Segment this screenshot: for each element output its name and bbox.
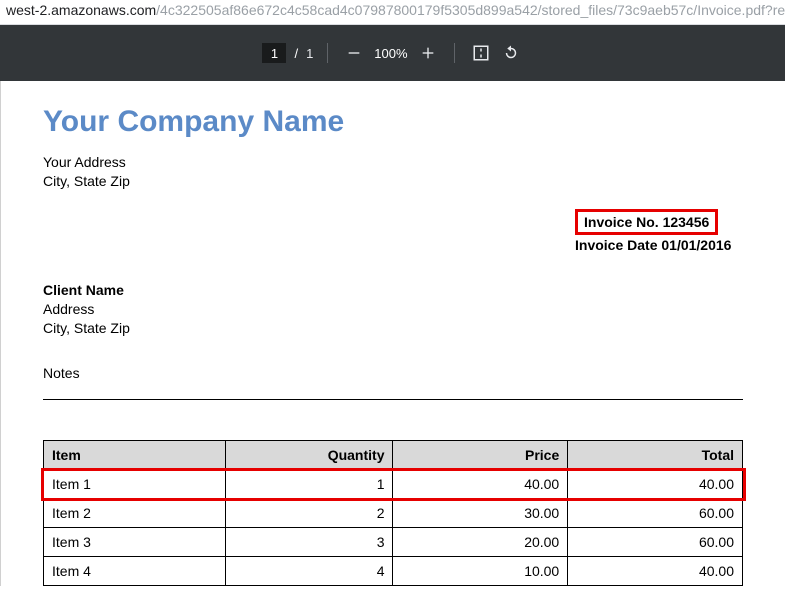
col-item: Item	[44, 441, 226, 470]
document-page: Your Company Name Your Address City, Sta…	[0, 81, 785, 586]
divider	[43, 399, 743, 400]
invoice-number-label: Invoice No.	[584, 214, 663, 230]
pdf-toolbar: 1 / 1 100%	[0, 25, 785, 81]
company-name: Your Company Name	[43, 105, 743, 139]
cell-qty: 1	[225, 470, 393, 499]
fit-page-icon	[472, 44, 490, 62]
cell-item: Item 1	[44, 470, 226, 499]
fit-page-button[interactable]	[469, 41, 493, 65]
cell-price: 40.00	[393, 470, 568, 499]
page-indicator: 1 / 1	[262, 43, 313, 63]
company-address: Your Address City, State Zip	[43, 153, 743, 191]
table-header-row: Item Quantity Price Total	[44, 441, 743, 470]
cell-item: Item 4	[44, 557, 226, 586]
cell-qty: 4	[225, 557, 393, 586]
zoom-level[interactable]: 100%	[366, 46, 415, 61]
cell-qty: 2	[225, 499, 393, 528]
cell-total: 40.00	[568, 470, 743, 499]
table-row: Item 4410.0040.00	[44, 557, 743, 586]
invoice-table: Item Quantity Price Total Item 1140.0040…	[43, 440, 743, 586]
url-host: west-2.amazonaws.com	[6, 2, 156, 18]
cell-total: 60.00	[568, 528, 743, 557]
rotate-button[interactable]	[499, 41, 523, 65]
company-address-line1: Your Address	[43, 153, 743, 172]
table-row: Item 1140.0040.00	[44, 470, 743, 499]
plus-icon	[420, 45, 436, 61]
page-sep: /	[294, 46, 298, 61]
table-wrap: Item Quantity Price Total Item 1140.0040…	[43, 440, 743, 586]
cell-qty: 3	[225, 528, 393, 557]
table-row: Item 3320.0060.00	[44, 528, 743, 557]
toolbar-separator	[327, 43, 328, 63]
invoice-date: 01/01/2016	[661, 237, 731, 253]
table-row: Item 2230.0060.00	[44, 499, 743, 528]
invoice-date-line: Invoice Date 01/01/2016	[575, 237, 743, 253]
zoom-out-button[interactable]	[342, 41, 366, 65]
invoice-meta: Invoice No. 123456 Invoice Date 01/01/20…	[575, 209, 743, 253]
cell-total: 60.00	[568, 499, 743, 528]
cell-price: 20.00	[393, 528, 568, 557]
invoice-date-label: Invoice Date	[575, 237, 661, 253]
client-name: Client Name	[43, 281, 743, 300]
client-address-line2: City, State Zip	[43, 319, 743, 338]
url-bar[interactable]: west-2.amazonaws.com/4c322505af86e672c4c…	[0, 0, 785, 25]
page-current-input[interactable]: 1	[262, 43, 286, 63]
col-price: Price	[393, 441, 568, 470]
col-total: Total	[568, 441, 743, 470]
cell-total: 40.00	[568, 557, 743, 586]
cell-price: 30.00	[393, 499, 568, 528]
client-block: Client Name Address City, State Zip	[43, 281, 743, 338]
cell-item: Item 3	[44, 528, 226, 557]
minus-icon	[346, 45, 362, 61]
page-total: 1	[306, 46, 313, 61]
zoom-in-button[interactable]	[416, 41, 440, 65]
cell-item: Item 2	[44, 499, 226, 528]
toolbar-separator	[454, 43, 455, 63]
invoice-number: 123456	[663, 214, 710, 230]
company-address-line2: City, State Zip	[43, 172, 743, 191]
col-quantity: Quantity	[225, 441, 393, 470]
cell-price: 10.00	[393, 557, 568, 586]
rotate-icon	[502, 44, 520, 62]
client-address-line1: Address	[43, 300, 743, 319]
notes-label: Notes	[43, 365, 743, 381]
invoice-number-highlight: Invoice No. 123456	[575, 209, 718, 235]
url-path: /4c322505af86e672c4c58cad4c07987800179f5…	[156, 2, 785, 18]
